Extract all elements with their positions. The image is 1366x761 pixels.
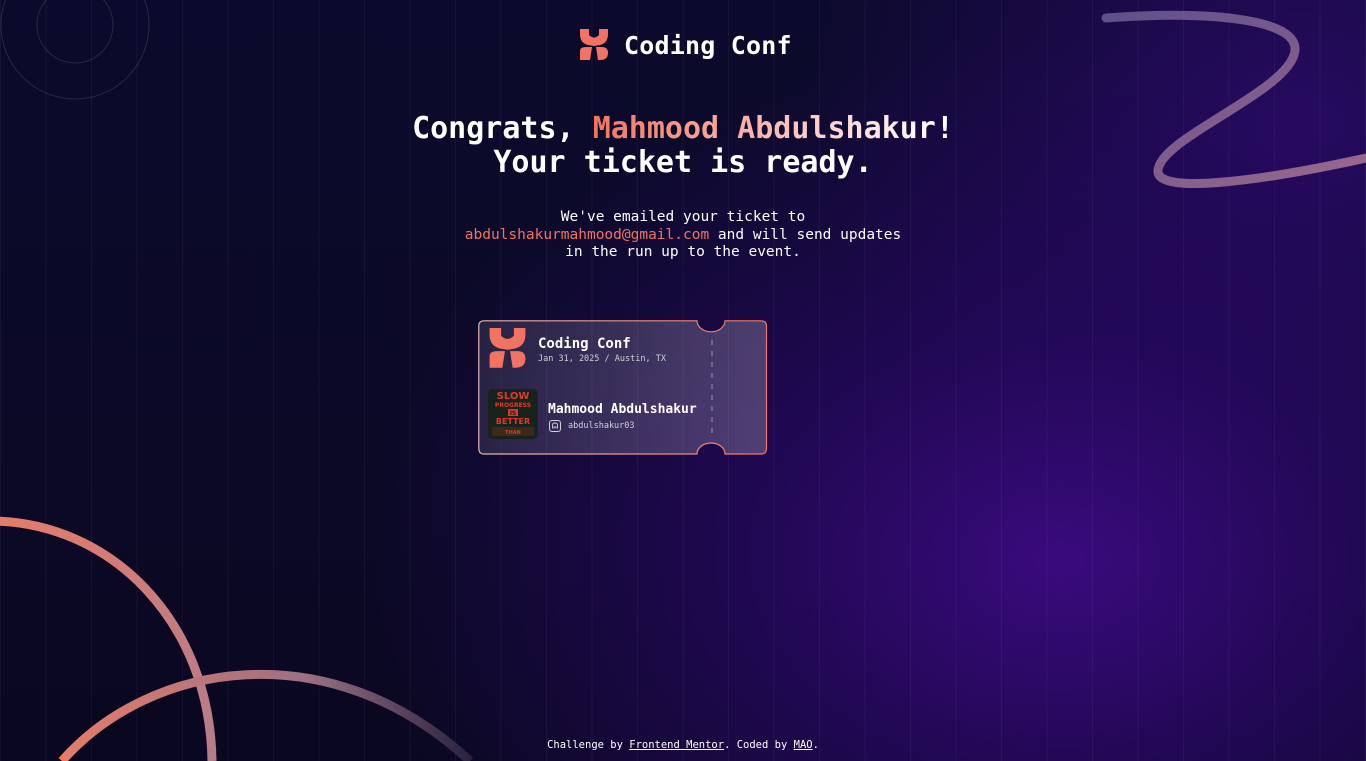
github-handle: abdulshakur03 <box>568 421 635 431</box>
attendee-avatar: SLOW PROGRESS IS BETTER THAN <box>488 389 538 439</box>
frontend-mentor-link[interactable]: Frontend Mentor <box>629 739 724 751</box>
footer-end: . <box>812 739 819 751</box>
ticket-attendee-name: Mahmood Abdulshakur <box>548 402 697 417</box>
avatar-text-3: IS <box>510 410 517 417</box>
headline-line-2: Your ticket is ready. <box>493 145 873 180</box>
headline-attendee-name: Mahmood Abdulshakur <box>592 111 936 146</box>
ticket-card: Coding Conf Jan 31, 2025 / Austin, TX SL… <box>478 320 768 455</box>
message-line-1: We've emailed your ticket to <box>560 209 806 225</box>
message-line-2: abdulshakurmahmood@gmail.com and will se… <box>0 227 1366 245</box>
avatar-text-1: SLOW <box>497 391 530 402</box>
avatar-text-2: PROGRESS <box>495 402 531 409</box>
headline-line-1: Congrats, Mahmood Abdulshakur! <box>0 112 1366 146</box>
github-icon <box>549 420 561 432</box>
email-address: abdulshakurmahmood@gmail.com <box>464 226 710 243</box>
confirmation-message: We've emailed your ticket to abdulshakur… <box>0 209 1366 262</box>
headline-suffix: ! <box>935 111 954 146</box>
bottom-left-arcs-decoration <box>0 516 474 761</box>
headline-prefix: Congrats, <box>412 111 593 146</box>
footer-coded-by-prefix: . Coded by <box>724 739 794 751</box>
coding-conf-logo-icon <box>580 29 608 60</box>
message-line-3: in the run up to the event. <box>565 244 801 260</box>
author-link[interactable]: MAO <box>794 739 813 751</box>
page-title: Congrats, Mahmood Abdulshakur! Your tick… <box>0 112 1366 180</box>
header-logo[interactable]: Coding Conf <box>578 29 792 61</box>
top-left-circles-decoration <box>0 0 150 100</box>
footer-challenge-prefix: Challenge by <box>547 739 630 751</box>
ticket-logo-icon <box>489 328 526 368</box>
ticket-conference-name: Coding Conf <box>538 336 631 352</box>
ticket-github: abdulshakur03 <box>549 420 635 432</box>
footer-attribution: Challenge by Frontend Mentor. Coded by M… <box>0 739 1366 751</box>
message-line-2-rest: and will send updates <box>709 226 902 243</box>
brand-name: Coding Conf <box>624 30 792 60</box>
avatar-text-5: THAN <box>505 430 521 436</box>
avatar-text-4: BETTER <box>496 417 530 426</box>
ticket-date-location: Jan 31, 2025 / Austin, TX <box>538 354 666 364</box>
